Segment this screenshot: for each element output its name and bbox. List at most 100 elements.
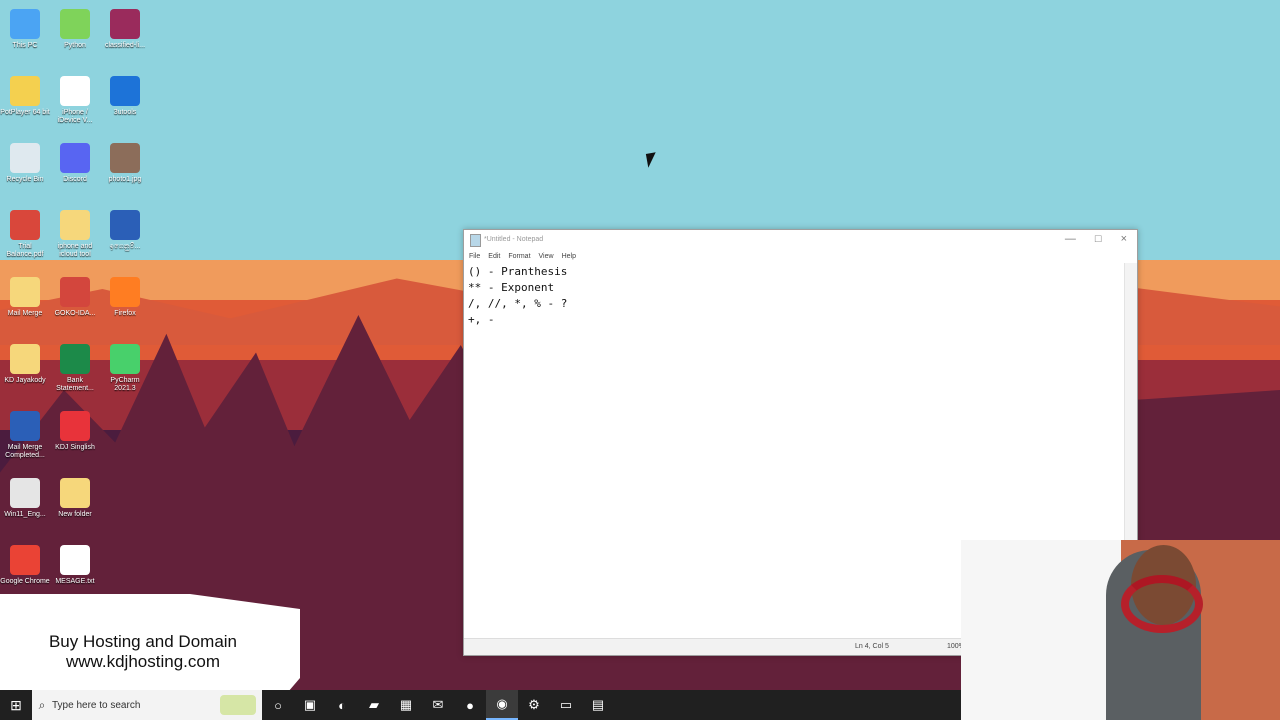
editor-line: ** - Exponent xyxy=(468,281,555,294)
firefox-icon xyxy=(110,277,140,307)
desktop-icon[interactable]: ඉගෙනුම්... xyxy=(100,210,150,251)
document-icon xyxy=(60,76,90,106)
potplayer-icon xyxy=(10,76,40,106)
desktop-icon-label: Firefox xyxy=(114,310,136,317)
desktop-icon-label: Mail Merge xyxy=(7,310,43,317)
recycle-bin-icon xyxy=(10,143,40,173)
desktop-icon[interactable]: classified-li... xyxy=(100,9,150,50)
desktop-icon[interactable]: Mail Merge xyxy=(0,277,50,318)
headphones-icon xyxy=(1121,575,1203,633)
cursor-position: Ln 4, Col 5 xyxy=(855,643,889,650)
notepad-titlebar[interactable]: *Untitled - Notepad — □ × xyxy=(464,230,1137,249)
notepad-icon[interactable]: ▤ xyxy=(582,690,614,720)
start-button[interactable]: ⊞ xyxy=(0,690,32,720)
menu-view[interactable]: View xyxy=(539,253,554,260)
folder-icon xyxy=(60,478,90,508)
taskbar: ⊞ ⌕ Type here to search ○ ▣ ◐ ▰ ▦ ✉ ● ◉ ⚙ ▭ ▤ xyxy=(0,690,961,720)
search-placeholder: Type here to search xyxy=(52,699,141,711)
desktop-icon[interactable]: Python xyxy=(50,9,100,50)
excel-icon xyxy=(60,344,90,374)
file-explorer-icon[interactable]: ▰ xyxy=(358,690,390,720)
notepad-icon xyxy=(470,234,481,247)
cortana-icon[interactable]: ○ xyxy=(262,690,294,720)
computer-icon xyxy=(10,9,40,39)
edge-icon[interactable]: ◐ xyxy=(326,690,358,720)
desktop-icon-label: MESAGE.txt xyxy=(55,578,95,585)
hosting-promo: Buy Hosting and Domain www.kdjhosting.co… xyxy=(0,594,300,690)
menu-file[interactable]: File xyxy=(469,253,480,260)
desktop-icon[interactable]: Google Chrome xyxy=(0,545,50,586)
desktop-icon-label: classified-li... xyxy=(104,42,146,49)
menu-edit[interactable]: Edit xyxy=(488,253,500,260)
desktop-icon[interactable]: KD Jayakody xyxy=(0,344,50,385)
desktop-icon[interactable]: 3utools xyxy=(100,76,150,117)
desktop-icon-label: KD Jayakody xyxy=(4,377,46,384)
taskbar-app-icons: ○ ▣ ◐ ▰ ▦ ✉ ● ◉ ⚙ ▭ ▤ xyxy=(262,690,614,720)
desktop-icon[interactable]: Firefox xyxy=(100,277,150,318)
desktop-icon[interactable]: PyCharm 2021.3 xyxy=(100,344,150,392)
desktop-icon[interactable]: MESAGE.txt xyxy=(50,545,100,586)
desktop-icon[interactable]: Mail Merge Completed... xyxy=(0,411,50,459)
desktop-icon[interactable]: iphone and icloud tool xyxy=(50,210,100,258)
singlish-icon xyxy=(60,411,90,441)
editor-line: () - Pranthesis xyxy=(468,265,568,278)
word-icon xyxy=(10,411,40,441)
editor-line: /, //, *, % - ? xyxy=(468,297,568,310)
desktop-icon[interactable]: iPhone / iDevice V... xyxy=(50,76,100,124)
menu-help[interactable]: Help xyxy=(562,253,576,260)
firefox-icon[interactable]: ● xyxy=(454,690,486,720)
maximize-icon[interactable]: □ xyxy=(1095,233,1102,245)
desktop-icon-label: iphone and icloud tool xyxy=(57,243,93,258)
desktop-icon-label: PotPlayer 64 bit xyxy=(0,109,50,116)
promo-line-1: Buy Hosting and Domain xyxy=(48,632,238,651)
pdf-icon xyxy=(10,210,40,240)
promo-line-2: www.kdjhosting.com xyxy=(65,652,220,671)
iso-icon xyxy=(10,478,40,508)
taskbar-search[interactable]: ⌕ Type here to search xyxy=(32,690,262,720)
desktop-icon-label: Win11_Eng... xyxy=(4,511,46,518)
search-highlight-art xyxy=(220,695,256,715)
desktop-icon-label: iPhone / iDevice V... xyxy=(57,109,93,124)
desktop-icon[interactable]: Win11_Eng... xyxy=(0,478,50,519)
desktop-icon[interactable]: Trial Balance.pdf xyxy=(0,210,50,258)
desktop-icon[interactable]: PotPlayer 64 bit xyxy=(0,76,50,117)
minimize-icon[interactable]: — xyxy=(1065,233,1076,245)
pycharm-icon xyxy=(60,9,90,39)
desktop-icon[interactable]: KDJ Singlish xyxy=(50,411,100,452)
close-icon[interactable]: × xyxy=(1121,233,1127,245)
desktop-icon[interactable]: This PC xyxy=(0,9,50,50)
mail-icon[interactable]: ✉ xyxy=(422,690,454,720)
desktop-icon[interactable]: Bank Statement... xyxy=(50,344,100,392)
chrome-icon[interactable]: ◉ xyxy=(486,690,518,720)
desktop-icon-label: Mail Merge Completed... xyxy=(5,444,45,459)
notepad-title: *Untitled - Notepad xyxy=(484,236,544,243)
desktop-icon[interactable]: Recycle Bin xyxy=(0,143,50,184)
desktop-icon-label: Trial Balance.pdf xyxy=(6,243,44,258)
desktop-icon-label: GOKO-IDA... xyxy=(54,310,96,317)
desktop-icon[interactable]: photo1.jpg xyxy=(100,143,150,184)
settings-icon[interactable]: ⚙ xyxy=(518,690,550,720)
desktop-icon[interactable]: Discord xyxy=(50,143,100,184)
desktop-icon[interactable]: New folder xyxy=(50,478,100,519)
desktop-icon-label: 3utools xyxy=(113,109,137,116)
task-view-icon[interactable]: ▣ xyxy=(294,690,326,720)
discord-icon xyxy=(60,143,90,173)
desktop-icon-label: KDJ Singlish xyxy=(55,444,95,451)
desktop-icon-label: Bank Statement... xyxy=(56,377,94,392)
desktop-icon-label: Recycle Bin xyxy=(6,176,44,183)
chrome-icon xyxy=(10,545,40,575)
desktop-icon-label: PyCharm 2021.3 xyxy=(110,377,140,392)
desktop-icon[interactable]: GOKO-IDA... xyxy=(50,277,100,318)
webcam-overlay xyxy=(961,540,1280,720)
store-icon[interactable]: ▦ xyxy=(390,690,422,720)
pycharm-icon xyxy=(110,344,140,374)
window-app-icon[interactable]: ▭ xyxy=(550,690,582,720)
desktop-icon-label: Python xyxy=(64,42,86,49)
desktop-icon-label: Google Chrome xyxy=(0,578,50,585)
desktop-icon-label: This PC xyxy=(12,42,38,49)
image-icon xyxy=(60,277,90,307)
word-icon xyxy=(110,210,140,240)
menu-format[interactable]: Format xyxy=(508,253,530,260)
photo-icon xyxy=(110,143,140,173)
folder-icon xyxy=(60,210,90,240)
